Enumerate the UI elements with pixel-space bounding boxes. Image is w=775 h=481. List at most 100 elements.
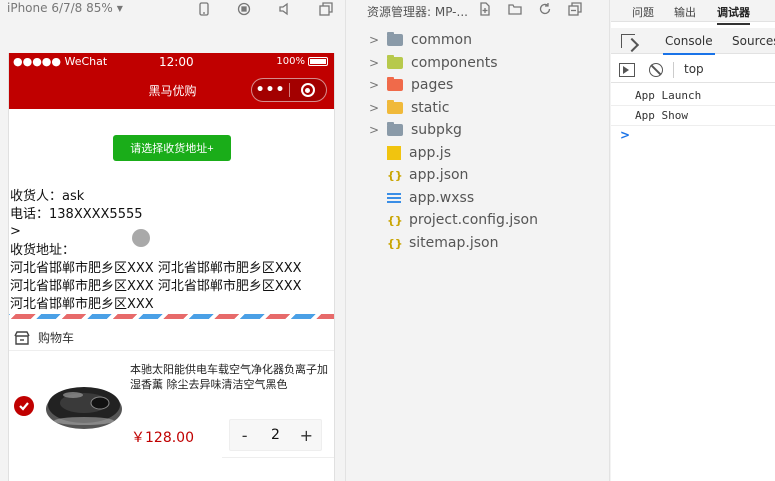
increase-button[interactable]: + <box>292 426 321 445</box>
tab-problems[interactable]: 问题 <box>632 4 654 20</box>
carrier-label: ●●●●● WeChat <box>13 55 108 68</box>
phone-icon[interactable] <box>196 1 212 17</box>
quantity-value[interactable]: 2 <box>259 427 291 443</box>
devtools-window: iPhone 6/7/8 85% ▼ ●●●●● WeChat 12:00 10… <box>0 0 775 481</box>
decrease-button[interactable]: - <box>230 426 259 445</box>
chevron-right-icon: > <box>10 224 21 239</box>
chevron-right-icon: > <box>369 56 380 70</box>
wxss-file-icon <box>387 191 401 205</box>
new-folder-icon[interactable] <box>507 1 523 17</box>
tree-item-label: static <box>411 100 450 116</box>
collapse-all-icon[interactable] <box>567 1 583 17</box>
explorer-toolbar <box>477 1 583 17</box>
chevron-right-icon: > <box>369 78 380 92</box>
tree-item-folder[interactable]: > components <box>369 52 498 74</box>
shop-icon <box>14 330 30 345</box>
caret-down-icon: ▼ <box>116 3 123 13</box>
tree-item-file[interactable]: {} project.config.json <box>369 209 538 231</box>
new-file-icon[interactable] <box>477 1 493 17</box>
address-label: 收货地址： <box>10 243 76 258</box>
chevron-right-icon: > <box>369 33 380 47</box>
clear-console-icon[interactable] <box>649 63 663 77</box>
address-line: 河北省邯郸市肥乡区XXX 河北省邯郸市肥乡区XXX <box>10 279 302 294</box>
tree-item-folder[interactable]: > pages <box>369 74 453 96</box>
folder-icon <box>387 77 403 91</box>
debugger-subtabs: Console Sources <box>611 28 775 55</box>
receiver-name: 收货人：ask <box>10 189 85 204</box>
address-line: 河北省邯郸市肥乡区XXX 河北省邯郸市肥乡区XXX <box>10 261 302 276</box>
receiver-phone: 电话：138XXXX5555 <box>10 207 143 222</box>
tree-item-label: components <box>411 55 498 71</box>
json-file-icon: {} <box>387 236 403 250</box>
check-icon <box>19 402 29 411</box>
menu-capsule: ••• <box>251 78 327 102</box>
tree-item-label: common <box>411 32 472 48</box>
devtools-pane: 问题 输出 调试器 Console Sources top App Launch… <box>611 0 775 481</box>
tree-item-label: sitemap.json <box>409 235 499 251</box>
more-icon[interactable]: ••• <box>252 80 289 100</box>
cart-divider <box>9 350 334 351</box>
device-label: iPhone 6/7/8 85% <box>7 1 113 15</box>
js-file-icon <box>387 146 401 160</box>
battery-percent: 100% <box>276 56 305 67</box>
tree-item-label: pages <box>411 77 454 93</box>
tree-item-folder[interactable]: > common <box>369 29 472 51</box>
device-select[interactable]: iPhone 6/7/8 85% ▼ <box>7 1 123 15</box>
json-file-icon: {} <box>387 168 403 182</box>
refresh-icon[interactable] <box>537 1 553 17</box>
tree-item-folder[interactable]: > static <box>369 97 449 119</box>
tree-item-label: app.json <box>409 167 469 183</box>
toolbar-divider <box>673 62 674 78</box>
volume-icon[interactable] <box>277 1 293 17</box>
cart-header: 购物车 <box>14 329 74 346</box>
address-info[interactable]: 收货人：ask 电话：138XXXX5555 > 收货地址： 河北省邯郸市肥乡区… <box>10 188 334 314</box>
tree-item-file[interactable]: {} app.json <box>369 164 468 186</box>
devtools-tabs: 问题 输出 调试器 <box>611 0 775 25</box>
folder-icon <box>387 32 403 46</box>
tree-item-file[interactable]: {} sitemap.json <box>369 232 498 254</box>
battery-status: 100% <box>276 56 328 67</box>
chevron-right-icon: > <box>369 123 380 137</box>
tree-item-folder[interactable]: > subpkg <box>369 119 462 141</box>
console-log-row: App Launch <box>611 86 775 106</box>
address-line: 河北省邯郸市肥乡区XXX <box>10 297 154 312</box>
phone-screen: ●●●●● WeChat 12:00 100% 黑马优购 ••• 请选择收货地址… <box>8 53 335 481</box>
battery-icon <box>308 57 328 66</box>
goods-divider <box>222 457 334 458</box>
tab-output[interactable]: 输出 <box>674 4 696 20</box>
tree-item-file[interactable]: app.wxss <box>369 187 474 209</box>
console-prompt-icon[interactable]: > <box>620 128 630 142</box>
choose-address-button[interactable]: 请选择收货地址+ <box>113 135 231 161</box>
touch-cursor <box>132 229 150 247</box>
folder-icon <box>387 100 403 114</box>
goods-image[interactable] <box>43 375 125 437</box>
tab-console[interactable]: Console <box>663 34 715 55</box>
quantity-stepper: - 2 + <box>229 419 322 451</box>
status-time: 12:00 <box>159 55 194 69</box>
show-sidebar-icon[interactable] <box>619 63 635 77</box>
goods-price: ￥128.00 <box>131 430 194 446</box>
tree-item-label: subpkg <box>411 122 462 138</box>
console-toolbar: top <box>611 57 775 83</box>
close-miniprogram-icon[interactable] <box>290 83 326 97</box>
json-file-icon: {} <box>387 213 403 227</box>
tab-debugger[interactable]: 调试器 <box>717 4 750 25</box>
stop-icon[interactable] <box>236 1 252 17</box>
tree-item-label: project.config.json <box>409 212 538 228</box>
goods-title: 本驰太阳能供电车载空气净化器负离子加湿香薰 除尘去异味清洁空气黑色 <box>130 363 328 391</box>
chevron-right-icon: > <box>369 101 380 115</box>
status-bar: ●●●●● WeChat 12:00 100% <box>9 53 334 72</box>
detach-window-icon[interactable] <box>318 1 334 17</box>
tab-sources[interactable]: Sources <box>732 34 775 48</box>
goods-checkbox[interactable] <box>14 396 34 416</box>
explorer-pane: 资源管理器: MP-... > common > components > pa… <box>347 0 610 481</box>
cart-title: 购物车 <box>38 331 75 345</box>
tree-item-label: app.wxss <box>409 190 475 206</box>
nav-bar: 黑马优购 ••• <box>9 72 334 109</box>
context-select[interactable]: top <box>684 62 704 76</box>
explorer-title: 资源管理器: MP-... <box>367 5 468 19</box>
tree-item-file[interactable]: app.js <box>369 142 451 164</box>
inspect-element-icon[interactable] <box>621 34 635 48</box>
simulator-pane: iPhone 6/7/8 85% ▼ ●●●●● WeChat 12:00 10… <box>0 0 346 481</box>
folder-icon <box>387 55 403 69</box>
